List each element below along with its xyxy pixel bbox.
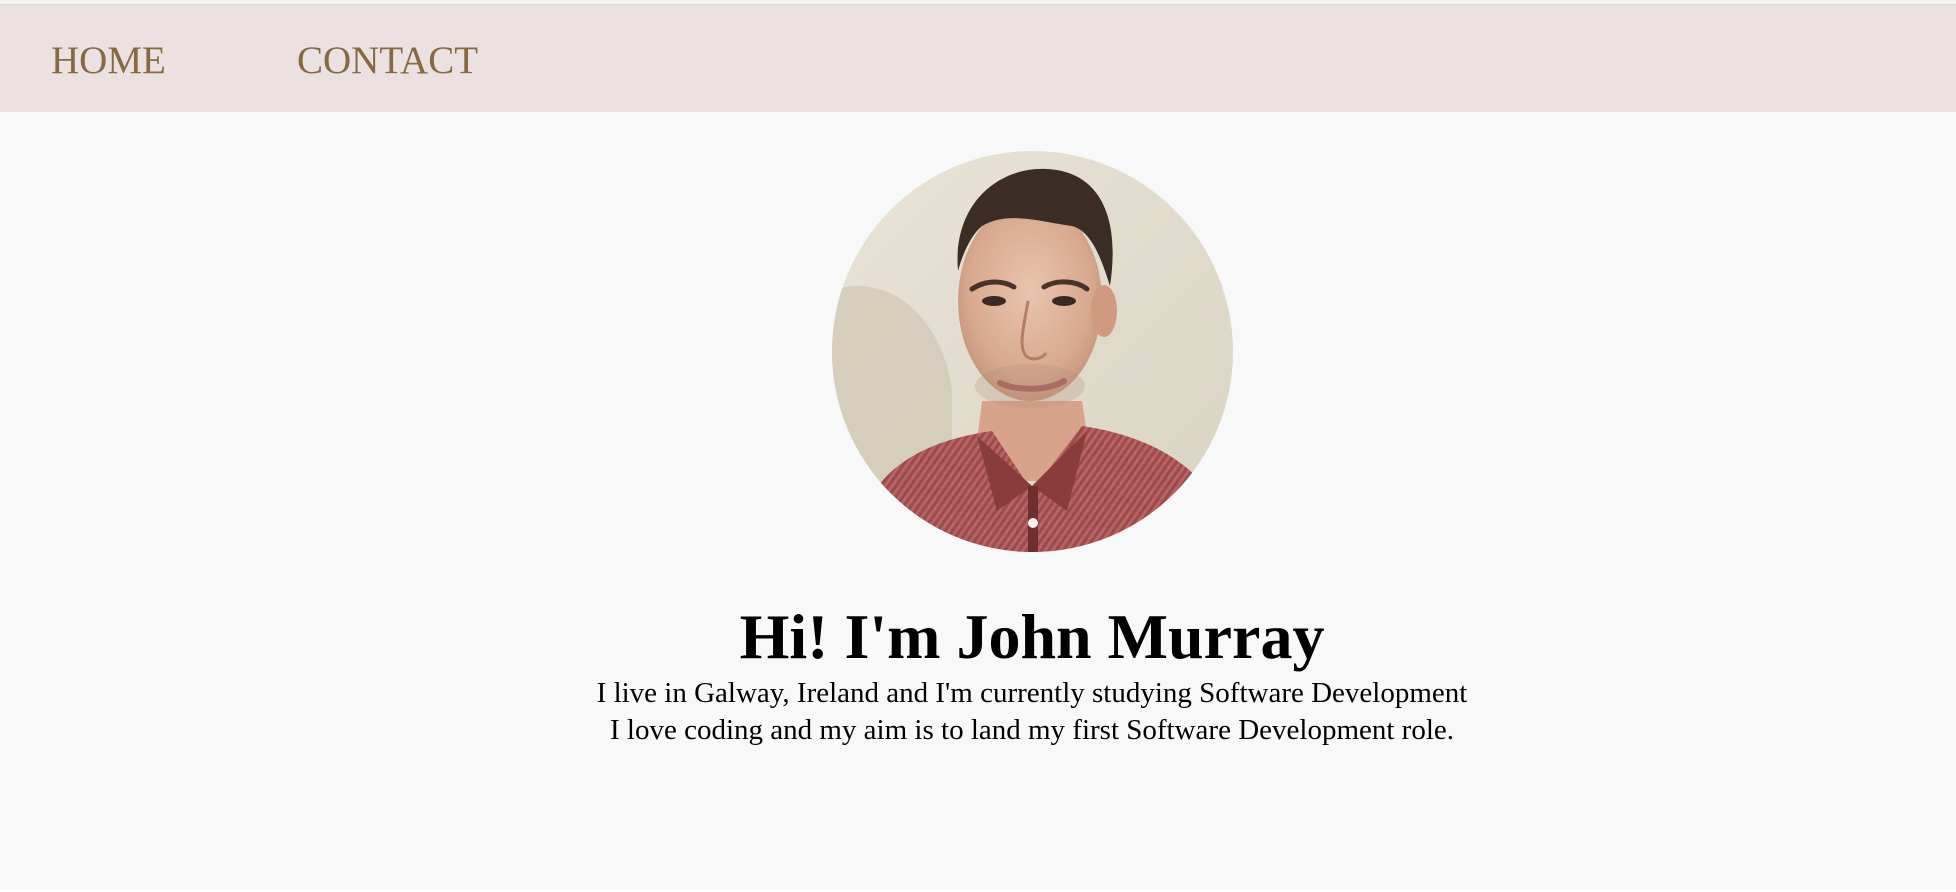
profile-photo — [832, 151, 1233, 552]
hero-description-line-2: I love coding and my aim is to land my f… — [609, 714, 1455, 746]
nav-link-contact[interactable]: CONTACT — [297, 37, 478, 85]
nav-link-home[interactable]: HOME — [51, 37, 166, 85]
hero-description-line-1: I live in Galway, Ireland and I'm curren… — [596, 677, 1468, 709]
hero-title: Hi! I'm John Murray — [739, 601, 1325, 672]
top-navbar: HOME CONTACT — [0, 4, 1956, 112]
